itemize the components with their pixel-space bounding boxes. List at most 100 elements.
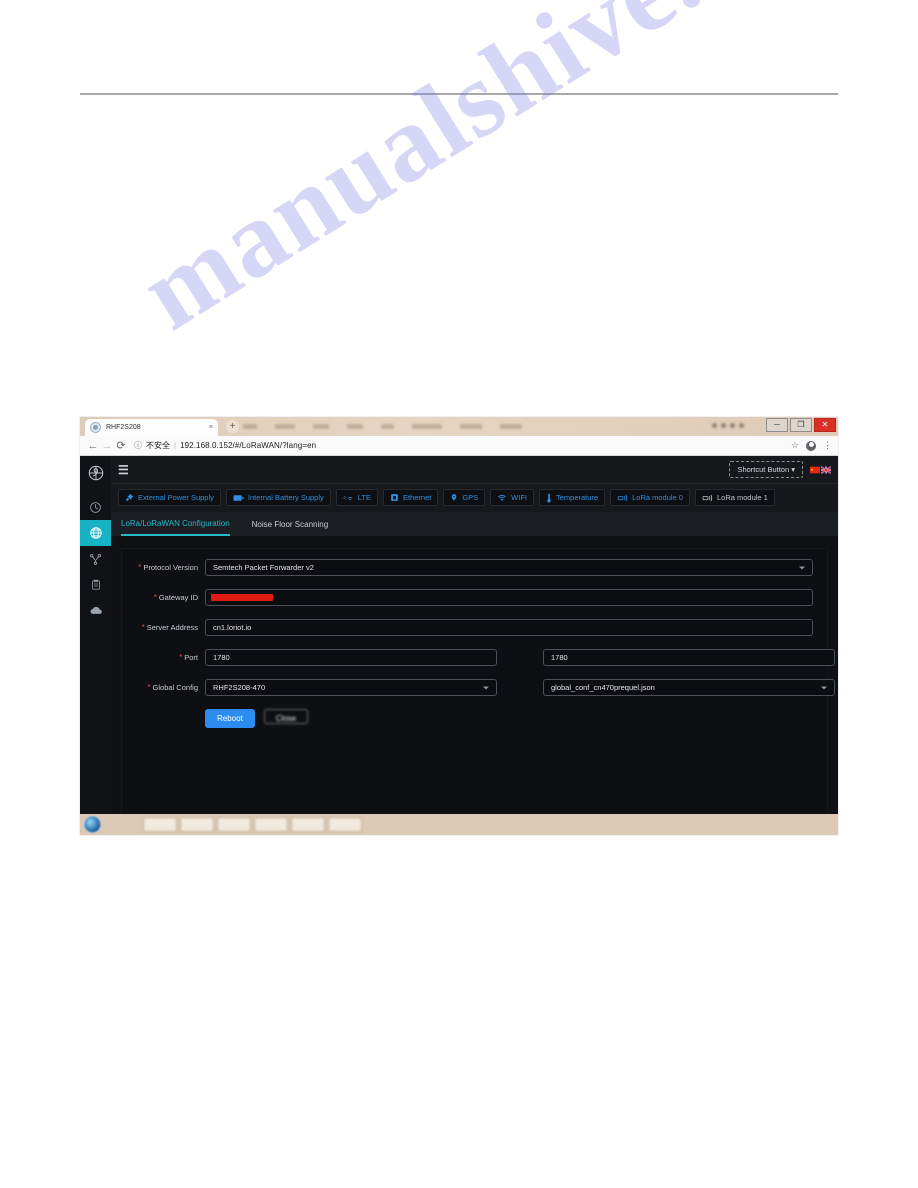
sidebar-item-cloud[interactable] <box>80 598 111 624</box>
status-chip-label: GPS <box>462 493 479 502</box>
required-marker: * <box>153 593 157 602</box>
sidebar-item-network[interactable] <box>80 520 111 546</box>
status-chip-label: WIFI <box>511 493 527 502</box>
global-config-file-select[interactable]: global_conf_cn470prequel.json <box>543 679 835 696</box>
status-chip-bar: External Power Supply Internal Battery S… <box>111 484 838 512</box>
gateway-id-label: * Gateway ID <box>153 593 198 602</box>
bookmark-star-icon[interactable]: ☆ <box>791 440 799 451</box>
ethernet-icon <box>390 493 399 502</box>
page-tab-bar: LoRa/LoRaWAN Configuration Noise Floor S… <box>111 512 838 536</box>
antenna-icon <box>702 494 713 502</box>
status-chip-lora-module-0[interactable]: LoRa module 0 <box>610 489 690 506</box>
taskbar-item[interactable] <box>143 817 177 832</box>
taskbar-item[interactable] <box>328 817 362 832</box>
chevron-down-icon <box>799 566 805 569</box>
info-icon: ⓘ <box>134 441 142 450</box>
form-actions: Reboot Close <box>205 709 813 728</box>
status-chip-label: External Power Supply <box>138 493 214 502</box>
chevron-down-icon <box>483 686 489 689</box>
port-value: 1780 <box>213 653 230 662</box>
browser-toolbar-actions: ☆ ⋮ <box>791 440 832 451</box>
status-chip-lora-module-1[interactable]: LoRa module 1 <box>694 489 775 506</box>
global-config-value: RHF2S208-470 <box>213 683 266 692</box>
forward-icon[interactable]: → <box>100 440 114 452</box>
uk-flag-icon[interactable] <box>821 465 831 474</box>
required-marker: * <box>147 683 151 692</box>
sidebar-item-logs[interactable] <box>80 572 111 598</box>
status-chip-ethernet[interactable]: Ethernet <box>382 489 439 506</box>
protocol-version-value: Semtech Packet Forwarder v2 <box>213 563 314 572</box>
4g-signal-icon: 4 <box>343 493 354 502</box>
embedded-screenshot: RHF2S208 × + ─ ❐ ✕ ← → ⟳ ⓘ 不安全 | 192.168… <box>80 417 838 835</box>
configuration-form: * Protocol Version Semtech Packet Forward… <box>121 548 835 816</box>
status-chip-wifi[interactable]: WIFI <box>490 489 534 506</box>
status-chip-label: LTE <box>357 493 371 502</box>
menu-toggle-icon[interactable]: ☰ <box>118 463 130 477</box>
status-chip-lte[interactable]: 4 LTE <box>335 489 378 506</box>
port-input[interactable]: 1780 <box>205 649 497 666</box>
field-row-port: * Port 1780 1780 <box>136 649 835 666</box>
server-address-value: cn1.loriot.io <box>213 623 252 632</box>
cn-flag-icon[interactable] <box>810 466 820 474</box>
antenna-icon <box>617 494 628 502</box>
global-config-select[interactable]: RHF2S208-470 <box>205 679 497 696</box>
status-chip-external-power[interactable]: External Power Supply <box>118 489 221 506</box>
status-chip-label: LoRa module 0 <box>632 493 683 502</box>
browser-tabs-blurred <box>243 421 738 432</box>
protocol-version-select[interactable]: Semtech Packet Forwarder v2 <box>205 559 813 576</box>
wifi-icon <box>497 494 507 502</box>
field-row-server-address: * Server Address cn1.loriot.io <box>136 619 813 636</box>
window-restore-button[interactable]: ❐ <box>790 418 812 432</box>
browser-tab-title: RHF2S208 <box>106 424 141 431</box>
thermometer-icon <box>546 493 552 503</box>
status-chip-internal-battery[interactable]: Internal Battery Supply <box>225 489 331 506</box>
status-chip-temperature[interactable]: Temperature <box>539 489 606 506</box>
reboot-button[interactable]: Reboot <box>205 709 255 728</box>
start-button-icon[interactable] <box>84 816 101 833</box>
shortcut-button[interactable]: Shortcut Button ▾ <box>729 461 803 478</box>
sidebar-item-topology[interactable] <box>80 546 111 572</box>
field-row-protocol-version: * Protocol Version Semtech Packet Forward… <box>136 559 813 576</box>
status-chip-label: Temperature <box>556 493 599 502</box>
taskbar-item[interactable] <box>217 817 251 832</box>
browser-extension-icons <box>712 420 772 431</box>
browser-tab-active[interactable]: RHF2S208 × <box>85 419 218 436</box>
window-minimize-button[interactable]: ─ <box>766 418 788 432</box>
redaction-bar <box>211 594 273 601</box>
port-secondary-input[interactable]: 1780 <box>543 649 835 666</box>
required-marker: * <box>141 623 145 632</box>
tab-noise-floor-scanning[interactable]: Noise Floor Scanning <box>252 512 328 536</box>
power-plug-icon <box>125 493 134 502</box>
status-chip-gps[interactable]: GPS <box>443 489 486 506</box>
taskbar-item[interactable] <box>180 817 214 832</box>
sidebar-item-dashboard[interactable] <box>80 494 111 520</box>
required-marker: * <box>179 653 183 662</box>
overflow-menu-icon[interactable]: ⋮ <box>823 441 832 450</box>
chevron-down-icon <box>821 686 827 689</box>
profile-avatar-icon[interactable] <box>806 440 816 451</box>
os-taskbar <box>80 814 838 835</box>
rak-logo-icon <box>85 462 107 484</box>
new-tab-button[interactable]: + <box>226 420 239 433</box>
server-address-input[interactable]: cn1.loriot.io <box>205 619 813 636</box>
location-pin-icon <box>450 493 458 502</box>
close-button[interactable]: Close <box>263 709 309 724</box>
required-marker: * <box>138 563 142 572</box>
taskbar-item[interactable] <box>291 817 325 832</box>
port-label: * Port <box>179 653 198 662</box>
server-address-label: * Server Address <box>141 623 198 632</box>
language-flags[interactable] <box>810 465 831 474</box>
svg-text:4: 4 <box>343 495 346 501</box>
window-close-button[interactable]: ✕ <box>814 418 836 432</box>
taskbar-item[interactable] <box>254 817 288 832</box>
reload-icon[interactable]: ⟳ <box>114 439 128 452</box>
close-icon[interactable]: × <box>209 424 213 431</box>
back-icon[interactable]: ← <box>86 440 100 452</box>
omnibox-separator: | <box>174 441 177 450</box>
field-row-gateway-id: * Gateway ID <box>136 589 813 606</box>
gateway-id-input[interactable] <box>205 589 813 606</box>
address-bar[interactable]: ⓘ 不安全 | 192.168.0.152/#/LoRaWAN/?lang=en <box>134 440 791 451</box>
field-row-global-config: * Global Config RHF2S208-470 global_conf_… <box>136 679 835 696</box>
status-chip-label: Ethernet <box>402 493 432 502</box>
tab-lora-lorawan-configuration[interactable]: LoRa/LoRaWAN Configuration <box>121 512 230 536</box>
